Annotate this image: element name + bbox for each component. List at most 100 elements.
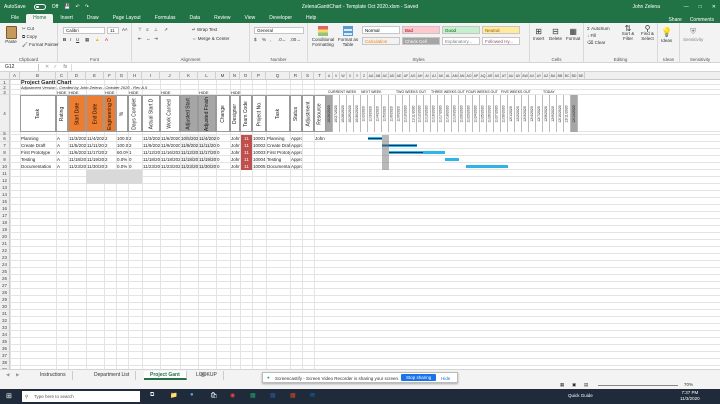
cell-change[interactable]: 0 bbox=[217, 163, 230, 170]
stop-sharing-button[interactable]: Stop sharing bbox=[401, 374, 437, 381]
cell-adj-finish[interactable]: 11/11/2020 bbox=[199, 142, 216, 149]
selected-range[interactable] bbox=[86, 170, 142, 184]
column-header[interactable]: AR bbox=[487, 72, 494, 80]
italic-button[interactable]: I bbox=[70, 37, 71, 42]
row-header[interactable]: 11 bbox=[0, 170, 10, 177]
column-title[interactable]: Status bbox=[290, 95, 302, 132]
cell-style-bad[interactable]: Bad bbox=[402, 26, 440, 34]
column-title[interactable]: Engineering D bbox=[104, 95, 116, 132]
cell-resource[interactable] bbox=[315, 156, 326, 163]
cell-eng[interactable]: 2 bbox=[105, 156, 116, 163]
cell-days[interactable]: 2 bbox=[129, 135, 142, 142]
cell-adj-start[interactable]: 10/5/2020 bbox=[181, 135, 198, 142]
find-select-button[interactable]: ⚲ Find & Select bbox=[639, 25, 656, 42]
column-header[interactable]: BA bbox=[550, 72, 557, 80]
cell-rating[interactable]: A bbox=[57, 142, 68, 149]
row-header[interactable]: 35 bbox=[0, 338, 10, 345]
cell-project[interactable]: 10003 bbox=[253, 149, 266, 156]
gantt-date-header[interactable]: 11/5/2020 bbox=[382, 95, 389, 132]
column-header[interactable]: BE bbox=[578, 72, 585, 80]
column-header[interactable]: AD bbox=[389, 72, 396, 80]
cell-adj-finish[interactable]: 11/17/2020 bbox=[199, 149, 216, 156]
cell-pct[interactable]: 100.0% bbox=[117, 135, 128, 142]
column-header[interactable]: BC bbox=[564, 72, 571, 80]
row-header[interactable]: 38 bbox=[0, 359, 10, 366]
cell-end[interactable]: 11/11/2020 bbox=[87, 142, 104, 149]
decrease-decimal-icon[interactable]: .00→ bbox=[290, 37, 301, 42]
column-header[interactable]: AU bbox=[508, 72, 515, 80]
next-sheet-icon[interactable]: ▶ bbox=[16, 372, 19, 378]
column-title[interactable]: Task bbox=[20, 95, 56, 132]
worksheet-grid[interactable]: A B C D E F G H I J K L M N O P Q R S T U V W X Y Z AA AB AC AD AE AF AG… bbox=[0, 72, 720, 369]
gantt-date-header[interactable]: 10/26/2020 bbox=[326, 95, 333, 132]
column-header[interactable]: J bbox=[160, 72, 180, 80]
cell-status[interactable]: Approved bbox=[291, 149, 302, 156]
gantt-date-header[interactable]: 11/24/2020 bbox=[473, 95, 480, 132]
taskbar-search[interactable]: ⚲ Type here to search bbox=[22, 391, 140, 402]
align-bottom-icon[interactable]: ⊥ bbox=[154, 27, 158, 33]
column-title[interactable]: Adjusted Start bbox=[180, 95, 198, 132]
bold-button[interactable]: B bbox=[63, 37, 66, 42]
cell-designer[interactable]: John bbox=[231, 135, 240, 142]
cell-task2[interactable]: Planning bbox=[267, 135, 290, 142]
row-header[interactable]: 16 bbox=[0, 205, 10, 212]
ideas-button[interactable]: 💡 Ideas bbox=[661, 27, 672, 43]
tab-draw[interactable]: Draw bbox=[80, 14, 106, 23]
column-header[interactable]: N bbox=[230, 72, 240, 80]
cell-adj-finish[interactable]: 11/4/2020 bbox=[199, 135, 216, 142]
font-size-dropdown[interactable]: 11 bbox=[107, 27, 119, 34]
chrome-icon[interactable]: ◉ bbox=[230, 392, 235, 399]
wrap-text-button[interactable]: ↵ Wrap Text bbox=[192, 27, 217, 33]
cell-pct[interactable]: 0.0% bbox=[117, 163, 128, 170]
gantt-date-header[interactable]: 12/10/2020 bbox=[557, 95, 564, 132]
gantt-date-header[interactable]: 12/14/2020 bbox=[571, 95, 578, 132]
user-name[interactable]: John Zelena bbox=[632, 4, 660, 10]
column-header[interactable]: AP bbox=[473, 72, 480, 80]
fx-icon[interactable]: fx bbox=[63, 64, 67, 70]
column-header[interactable]: U bbox=[326, 72, 333, 80]
sheet-tab-instructions[interactable]: Instructions bbox=[34, 371, 73, 380]
tab-data[interactable]: Data bbox=[183, 14, 208, 23]
cell-designer[interactable]: John bbox=[231, 163, 240, 170]
cell-status[interactable]: Approved bbox=[291, 156, 302, 163]
cell-work[interactable]: 11/16/2020 bbox=[161, 149, 180, 156]
orientation-icon[interactable]: ↗ bbox=[164, 27, 168, 33]
cell-style-check-cell[interactable]: Check Cell bbox=[402, 37, 440, 45]
sort-filter-button[interactable]: ⇅ Sort & Filter bbox=[620, 25, 636, 42]
outlook-icon[interactable]: ✉ bbox=[310, 392, 315, 399]
column-header[interactable]: T bbox=[314, 72, 326, 80]
column-header[interactable]: O bbox=[240, 72, 252, 80]
column-title[interactable]: Resource bbox=[314, 95, 326, 132]
tab-view[interactable]: View bbox=[238, 14, 263, 23]
column-header[interactable]: C bbox=[56, 72, 68, 80]
column-header[interactable]: Z bbox=[361, 72, 368, 80]
cell-start[interactable]: 11/6/2020 bbox=[69, 149, 86, 156]
tab-home[interactable]: Home bbox=[26, 14, 54, 23]
column-header[interactable]: P bbox=[252, 72, 266, 80]
borders-icon[interactable]: ▦ bbox=[85, 37, 89, 43]
edge-icon[interactable]: ● bbox=[190, 392, 194, 398]
column-title[interactable]: Work Carried bbox=[160, 95, 180, 132]
gantt-date-header[interactable]: 12/2/2020 bbox=[515, 95, 522, 132]
cell-task[interactable]: Planning bbox=[21, 135, 56, 142]
gantt-date-header[interactable]: 11/11/2020 bbox=[410, 95, 417, 132]
hide-button[interactable]: Hide bbox=[441, 376, 450, 381]
cell-change[interactable]: 0 bbox=[217, 135, 230, 142]
cell-days[interactable]: 0 bbox=[129, 163, 142, 170]
column-header[interactable]: L bbox=[198, 72, 216, 80]
row-header[interactable]: 36 bbox=[0, 345, 10, 352]
cell-change[interactable]: 0 bbox=[217, 149, 230, 156]
cell-task2[interactable]: Documentation bbox=[267, 163, 290, 170]
cell-task2[interactable]: First Prototype bbox=[267, 149, 290, 156]
tab-formulas[interactable]: Formulas bbox=[148, 14, 183, 23]
gantt-date-header[interactable]: 11/3/2020 bbox=[368, 95, 375, 132]
gantt-date-header[interactable]: 11/17/2020 bbox=[438, 95, 445, 132]
column-header[interactable]: AQ bbox=[480, 72, 487, 80]
powerpoint-icon[interactable]: ▦ bbox=[290, 392, 296, 399]
cell-start[interactable]: 11/5/2020 bbox=[69, 142, 86, 149]
cell-eng[interactable]: 2 bbox=[105, 149, 116, 156]
gantt-date-header[interactable]: 12/8/2020 bbox=[543, 95, 550, 132]
gantt-date-header[interactable]: 11/2/2020 bbox=[361, 95, 368, 132]
gantt-date-header[interactable]: 11/10/2020 bbox=[403, 95, 410, 132]
autosave-toggle[interactable] bbox=[33, 3, 46, 10]
